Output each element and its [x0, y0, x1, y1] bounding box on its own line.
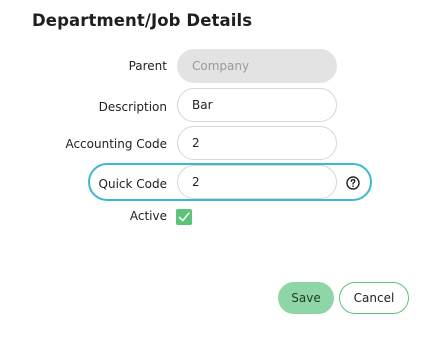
- active-label: Active: [129, 209, 167, 223]
- cancel-button[interactable]: Cancel: [339, 282, 409, 314]
- accounting-code-label: Accounting Code: [65, 137, 167, 151]
- question-circle-icon[interactable]: [346, 176, 360, 190]
- quick-code-input[interactable]: [177, 165, 337, 199]
- description-input[interactable]: [177, 88, 337, 122]
- active-checkbox[interactable]: [176, 209, 192, 225]
- dialog-title: Department/Job Details: [32, 11, 253, 30]
- description-label: Description: [98, 100, 167, 114]
- parent-field: Company: [177, 49, 337, 83]
- quick-code-label: Quick Code: [98, 177, 167, 191]
- parent-label: Parent: [128, 59, 167, 73]
- accounting-code-input[interactable]: [177, 126, 337, 160]
- checkmark-icon: [178, 212, 190, 222]
- save-button[interactable]: Save: [278, 282, 334, 314]
